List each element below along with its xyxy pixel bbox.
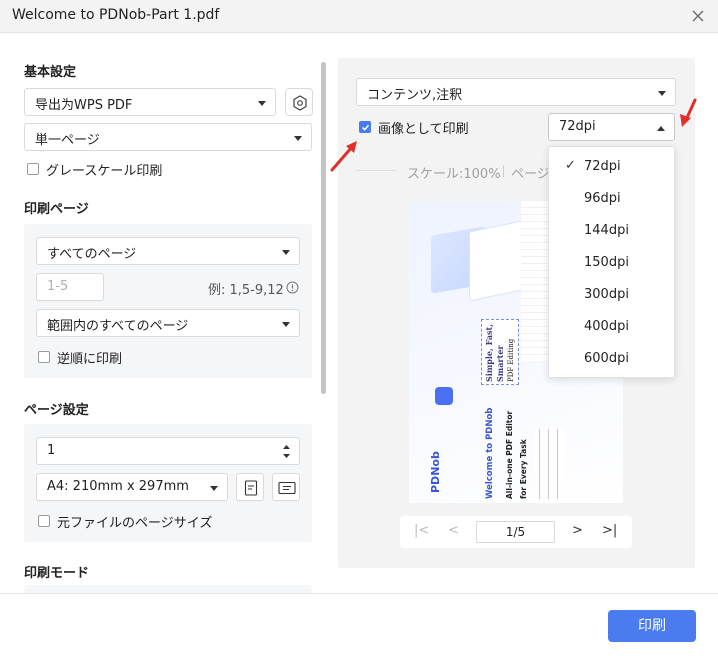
custom-pages-input[interactable]: 1-5 xyxy=(36,273,104,301)
dpi-option-144[interactable]: 144dpi xyxy=(549,215,674,247)
divider xyxy=(503,165,504,177)
dpi-option-label: 600dpi xyxy=(584,351,629,366)
printer-settings-button[interactable] xyxy=(285,88,313,116)
print-button[interactable]: 印刷 xyxy=(608,610,696,642)
page-example-text: 例: 1,5-9,12 xyxy=(208,283,284,298)
printer-select[interactable]: 导出为WPS PDF xyxy=(24,88,276,116)
print-mode-heading: 印刷モード xyxy=(24,566,90,581)
content-select[interactable]: コンテンツ,注釈 xyxy=(356,78,676,106)
chevron-down-icon xyxy=(282,322,290,327)
landscape-icon xyxy=(278,481,296,495)
grayscale-label: グレースケール印刷 xyxy=(46,164,163,179)
title-bar: Welcome to PDNob-Part 1.pdf xyxy=(0,0,718,33)
dpi-option-label: 72dpi xyxy=(584,159,621,174)
chevron-down-icon xyxy=(294,136,302,141)
chevron-down-icon xyxy=(658,91,666,96)
page-number-input[interactable]: 1/5 xyxy=(476,521,555,543)
portrait-orientation-button[interactable] xyxy=(236,473,264,501)
content-value: コンテンツ,注釈 xyxy=(367,88,463,103)
original-size-checkbox[interactable] xyxy=(38,515,50,527)
dpi-value: 72dpi xyxy=(559,119,596,134)
page-mode-value: 単一ページ xyxy=(35,133,100,148)
dpi-option-150[interactable]: 150dpi xyxy=(549,247,674,279)
info-icon[interactable] xyxy=(286,281,299,298)
left-scrollbar[interactable] xyxy=(321,62,326,394)
portrait-icon xyxy=(244,480,258,496)
print-as-image-label: 画像として印刷 xyxy=(378,122,469,137)
last-page-icon[interactable]: >| xyxy=(602,523,617,538)
reverse-order-checkbox[interactable] xyxy=(38,351,50,363)
preview-column xyxy=(521,201,549,361)
page-range-value: すべてのページ xyxy=(47,247,137,262)
dpi-option-label: 300dpi xyxy=(584,287,629,302)
landscape-orientation-button[interactable] xyxy=(272,473,300,501)
preview-logo-icon xyxy=(435,387,453,405)
dpi-option-96[interactable]: 96dpi xyxy=(549,183,674,215)
preview-callout-box: Simple, Fast, Smarter PDF Editing xyxy=(481,319,519,385)
page-range-select[interactable]: すべてのページ xyxy=(36,237,300,265)
check-icon xyxy=(361,124,370,131)
page-setup-heading: ページ設定 xyxy=(24,403,89,418)
reverse-order-label: 逆順に印刷 xyxy=(57,352,123,367)
print-pages-heading: 印刷ページ xyxy=(24,202,89,217)
copies-value: 1 xyxy=(47,443,56,458)
close-icon[interactable] xyxy=(686,4,710,28)
preview-body-text xyxy=(535,429,565,499)
copies-stepper[interactable]: 1 xyxy=(36,437,300,465)
basic-settings-heading: 基本設定 xyxy=(24,65,77,80)
print-as-image-checkbox[interactable] xyxy=(359,121,371,133)
scale-slider-track[interactable] xyxy=(356,170,396,171)
preview-tagline-1: All-in-one PDF Editor xyxy=(505,410,514,499)
paper-size-value: A4: 210mm x 297mm xyxy=(47,479,189,494)
annotation-arrow-right xyxy=(680,98,697,127)
page-subset-value: 範囲内のすべてのページ xyxy=(47,319,189,334)
chevron-up-icon xyxy=(657,126,665,131)
prev-page-icon[interactable]: < xyxy=(448,523,459,538)
page-mode-select[interactable]: 単一ページ xyxy=(24,123,312,151)
chevron-down-icon xyxy=(282,250,290,255)
preview-callout-3: PDF Editing xyxy=(507,338,515,382)
preview-brand: PDNob xyxy=(429,451,442,493)
dpi-option-label: 150dpi xyxy=(584,255,629,270)
dpi-option-600[interactable]: 600dpi xyxy=(549,343,674,375)
preview-tagline-2: for Every Task xyxy=(519,439,528,499)
chevron-down-icon xyxy=(258,101,266,106)
chevron-down-icon xyxy=(210,486,218,491)
dpi-option-400[interactable]: 400dpi xyxy=(549,311,674,343)
scale-label: スケール:100% xyxy=(407,167,501,182)
grayscale-checkbox[interactable] xyxy=(27,163,39,175)
dpi-option-label: 400dpi xyxy=(584,319,629,334)
dpi-option-300[interactable]: 300dpi xyxy=(549,279,674,311)
dpi-dropdown-menu: ✓ 72dpi 96dpi 144dpi 150dpi 300dpi 400dp… xyxy=(548,146,675,378)
annotation-arrow-left xyxy=(330,141,357,172)
dpi-option-label: 96dpi xyxy=(584,191,621,206)
dpi-option-label: 144dpi xyxy=(584,223,629,238)
custom-pages-placeholder: 1-5 xyxy=(47,279,69,294)
next-page-icon[interactable]: > xyxy=(572,523,583,538)
original-size-label: 元ファイルのページサイズ xyxy=(57,516,213,531)
page-navigator: |< < 1/5 > >| xyxy=(400,516,632,548)
print-mode-panel xyxy=(24,585,312,593)
paper-size-select[interactable]: A4: 210mm x 297mm xyxy=(36,473,228,501)
gear-icon xyxy=(293,95,307,111)
dpi-select[interactable]: 72dpi xyxy=(548,113,675,141)
printer-value: 导出为WPS PDF xyxy=(35,98,133,113)
first-page-icon[interactable]: |< xyxy=(414,523,429,538)
preview-callout-2: Smarter xyxy=(495,345,505,382)
preview-welcome: Welcome to PDNob xyxy=(485,407,495,499)
window-title: Welcome to PDNob-Part 1.pdf xyxy=(12,7,220,23)
stepper-arrows-icon[interactable] xyxy=(282,444,291,463)
dpi-option-72[interactable]: ✓ 72dpi xyxy=(549,151,674,183)
page-subset-select[interactable]: 範囲内のすべてのページ xyxy=(36,309,300,337)
checkmark-icon: ✓ xyxy=(565,158,576,173)
page-label: ページ xyxy=(511,167,550,182)
